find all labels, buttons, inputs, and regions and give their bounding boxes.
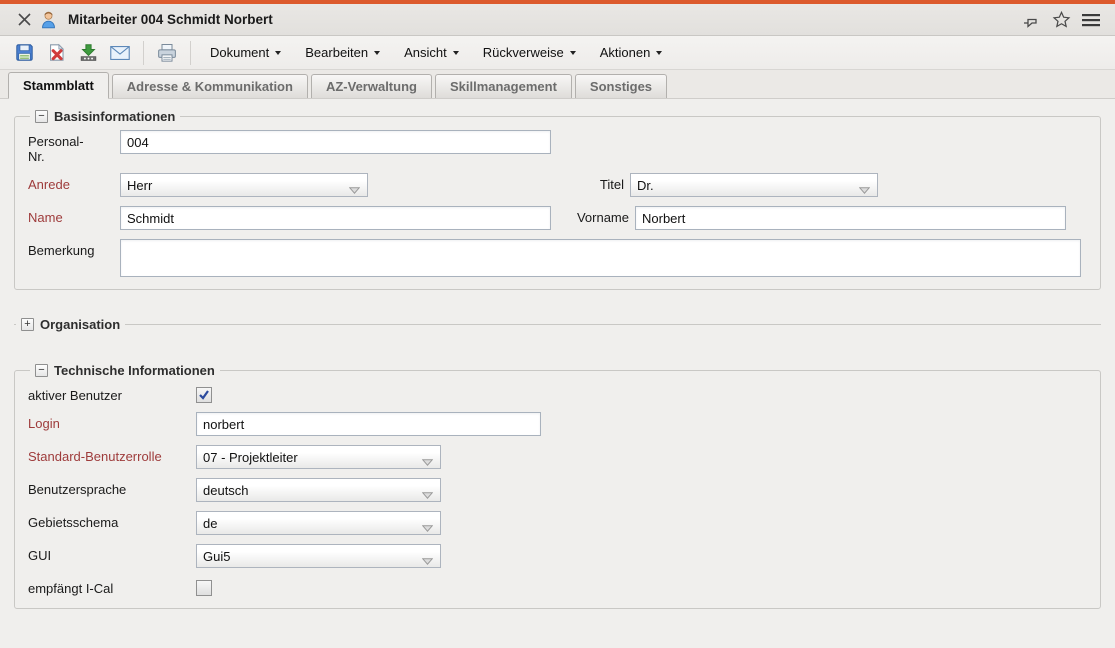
section-organisation: Organisation [14, 317, 1101, 332]
caret-down-icon [569, 50, 576, 55]
person-icon [36, 8, 60, 32]
gui-dropdown[interactable]: Gui5 [196, 544, 441, 568]
field-row-aktiver-benutzer: aktiver Benutzer [28, 384, 1088, 403]
benutzersprache-dropdown[interactable]: deutsch [196, 478, 441, 502]
expand-icon[interactable] [21, 318, 34, 331]
print-icon[interactable] [153, 40, 181, 66]
bemerkung-textarea[interactable] [120, 239, 1081, 277]
section-title: Technische Informationen [54, 363, 215, 378]
pin-icon[interactable] [1019, 8, 1043, 32]
login-label: Login [28, 416, 60, 431]
dropdown-arrow-icon [348, 182, 361, 197]
download-icon[interactable] [74, 40, 102, 66]
field-row-gui: GUI Gui5 [28, 544, 1088, 568]
menu-bearbeiten[interactable]: Bearbeiten [295, 40, 390, 65]
save-icon[interactable] [10, 40, 38, 66]
anrede-dropdown[interactable]: Herr [120, 173, 368, 197]
personal-nr-input[interactable] [120, 130, 551, 154]
field-row-benutzersprache: Benutzersprache deutsch [28, 478, 1088, 502]
gui-label: GUI [28, 548, 52, 563]
section-basisinformationen: Basisinformationen Personal-Nr. Anrede H… [14, 109, 1101, 290]
aktiver-benutzer-label: aktiver Benutzer [28, 388, 122, 403]
titel-label: Titel [599, 177, 624, 192]
field-row-personal-nr: Personal-Nr. [28, 130, 1088, 164]
name-label: Name [28, 210, 63, 225]
menu-aktionen[interactable]: Aktionen [590, 40, 673, 65]
gebietsschema-dropdown[interactable]: de [196, 511, 441, 535]
email-icon[interactable] [106, 40, 134, 66]
tab-strip: Stammblatt Adresse & Kommunikation AZ-Ve… [0, 70, 1115, 99]
hamburger-menu-icon[interactable] [1079, 8, 1103, 32]
field-row-anrede-titel: Anrede Herr Titel Dr. [28, 173, 1088, 197]
personal-nr-label: Personal-Nr. [28, 134, 84, 164]
toolbar-separator [190, 40, 191, 65]
vorname-input[interactable] [635, 206, 1066, 230]
field-row-gebietsschema: Gebietsschema de [28, 511, 1088, 535]
collapse-icon[interactable] [35, 110, 48, 123]
tab-az-verwaltung[interactable]: AZ-Verwaltung [310, 74, 432, 98]
caret-down-icon [275, 50, 282, 55]
page-title: Mitarbeiter 004 Schmidt Norbert [68, 12, 273, 27]
field-row-empfaengt-ical: empfängt I-Cal [28, 577, 1088, 596]
empfaengt-ical-label: empfängt I-Cal [28, 581, 114, 596]
dropdown-arrow-icon [858, 182, 871, 197]
tab-sonstiges[interactable]: Sonstiges [574, 74, 668, 98]
titlebar: Mitarbeiter 004 Schmidt Norbert [0, 4, 1115, 36]
collapse-icon[interactable] [35, 364, 48, 377]
empfaengt-ical-checkbox[interactable] [196, 580, 212, 596]
field-row-bemerkung: Bemerkung [28, 239, 1088, 277]
close-icon[interactable] [12, 8, 36, 32]
tab-skillmanagement[interactable]: Skillmanagement [434, 74, 572, 98]
dropdown-arrow-icon [421, 520, 434, 535]
menu-rueckverweise[interactable]: Rückverweise [473, 40, 586, 65]
aktiver-benutzer-checkbox[interactable] [196, 387, 212, 403]
tab-adresse-kommunikation[interactable]: Adresse & Kommunikation [111, 74, 308, 98]
caret-down-icon [374, 50, 381, 55]
caret-down-icon [656, 50, 663, 55]
anrede-label: Anrede [28, 177, 70, 192]
field-row-login: Login [28, 412, 1088, 436]
star-icon[interactable] [1049, 8, 1073, 32]
benutzersprache-label: Benutzersprache [28, 482, 127, 497]
titel-dropdown[interactable]: Dr. [630, 173, 878, 197]
field-row-name-vorname: Name Vorname [28, 206, 1088, 230]
section-title: Basisinformationen [54, 109, 176, 124]
vorname-label: Vorname [576, 210, 629, 225]
menu-ansicht[interactable]: Ansicht [394, 40, 469, 65]
name-input[interactable] [120, 206, 551, 230]
delete-document-icon[interactable] [42, 40, 70, 66]
dropdown-arrow-icon [421, 487, 434, 502]
section-technische-informationen: Technische Informationen aktiver Benutze… [14, 363, 1101, 609]
toolbar: Dokument Bearbeiten Ansicht Rückverweise… [0, 36, 1115, 70]
field-row-benutzerrolle: Standard-Benutzerrolle 07 - Projektleite… [28, 445, 1088, 469]
standard-benutzerrolle-dropdown[interactable]: 07 - Projektleiter [196, 445, 441, 469]
gebietsschema-label: Gebietsschema [28, 515, 119, 530]
login-input[interactable] [196, 412, 541, 436]
section-title: Organisation [40, 317, 121, 332]
dropdown-arrow-icon [421, 553, 434, 568]
caret-down-icon [452, 50, 459, 55]
tab-stammblatt[interactable]: Stammblatt [8, 72, 109, 99]
bemerkung-label: Bemerkung [28, 243, 95, 258]
toolbar-separator [143, 40, 144, 65]
dropdown-arrow-icon [421, 454, 434, 469]
form-content: Basisinformationen Personal-Nr. Anrede H… [0, 99, 1115, 609]
menu-dokument[interactable]: Dokument [200, 40, 291, 65]
standard-benutzerrolle-label: Standard-Benutzerrolle [28, 449, 162, 464]
